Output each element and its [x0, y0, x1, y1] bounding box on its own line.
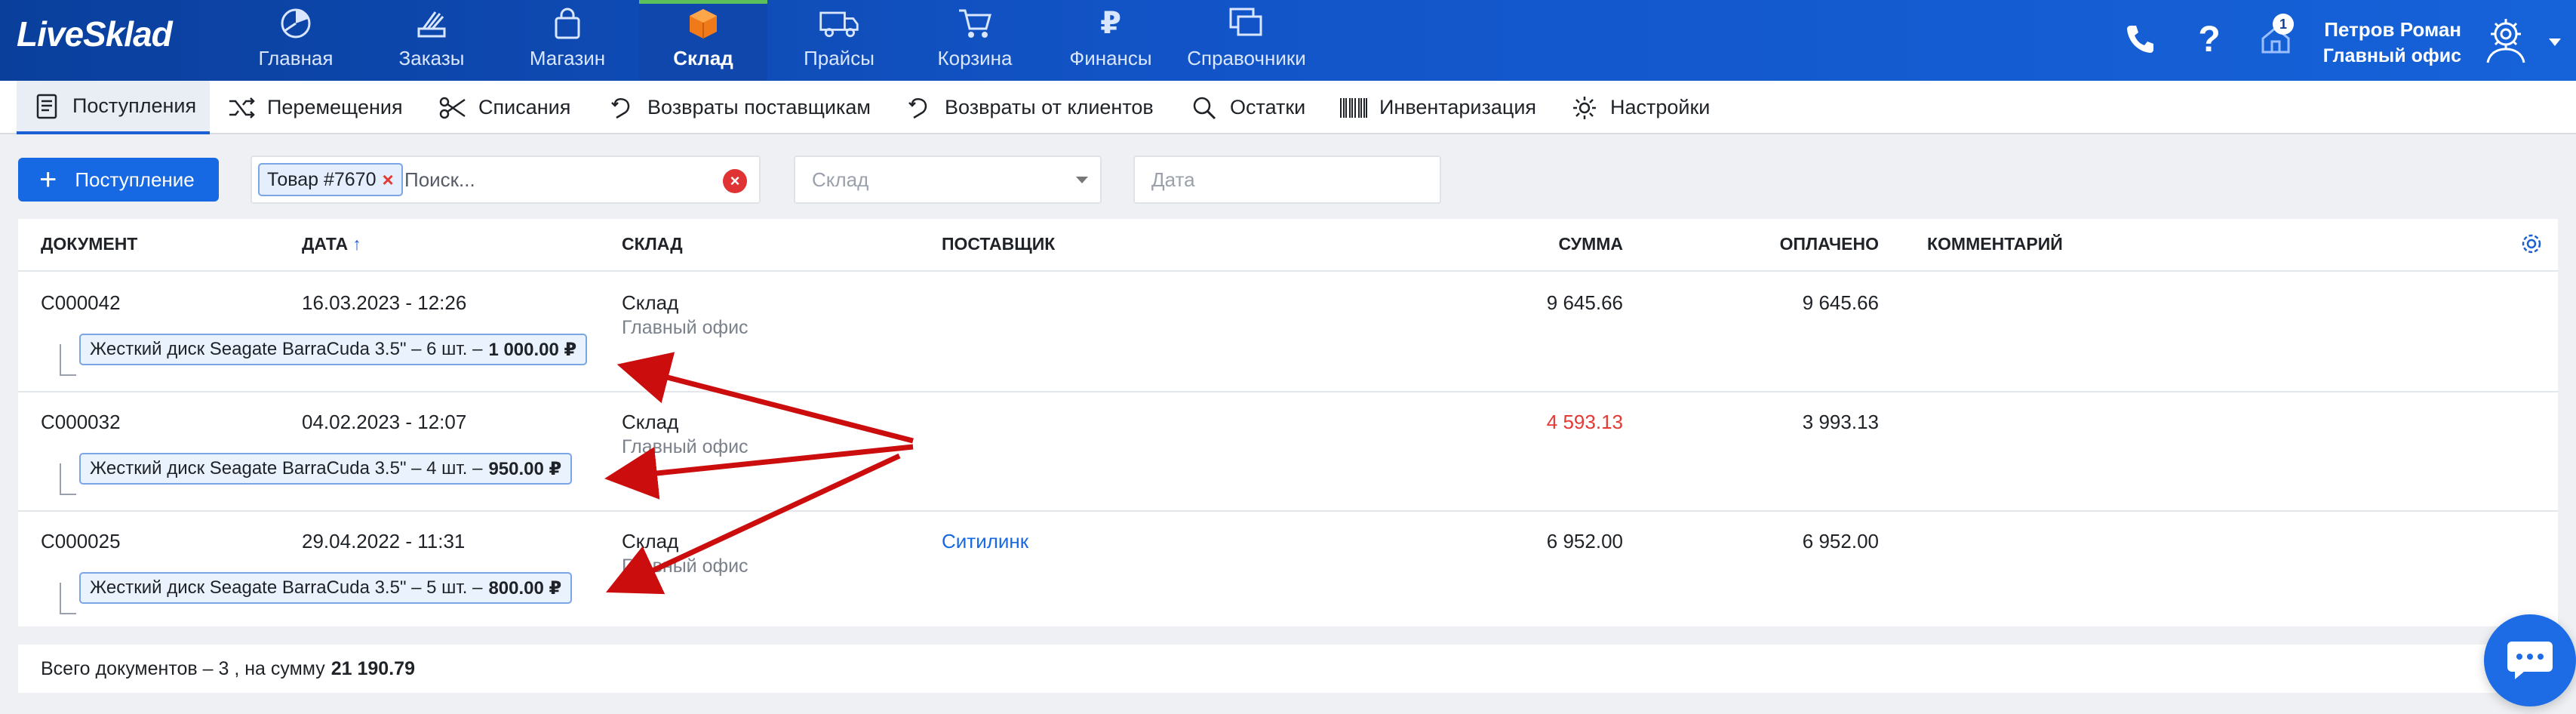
column-paid[interactable]: ОПЛАЧЕНО	[1780, 234, 1879, 254]
top-navigation-bar: LiveSklad Главная Заказы Магазин Склад П…	[0, 0, 2576, 81]
nav-item-finance[interactable]: ₽ Финансы	[1047, 0, 1175, 81]
warehouse-office: Главный офис	[622, 317, 749, 338]
truck-icon	[818, 5, 860, 42]
table-row[interactable]: С000042 16.03.2023 - 12:26 Склад Главный…	[18, 273, 2558, 392]
ruble-icon: ₽	[1100, 6, 1121, 41]
table-settings-gear-icon[interactable]	[2519, 231, 2544, 257]
shop-bag-icon	[546, 5, 589, 42]
column-document[interactable]: ДОКУМЕНТ	[41, 234, 137, 254]
help-icon[interactable]: ?	[2187, 17, 2232, 62]
tree-connector	[60, 344, 76, 376]
supplier-link[interactable]: Ситилинк	[942, 530, 1028, 553]
product-item-pill[interactable]: Жесткий диск Seagate BarraCuda 3.5" – 5 …	[79, 572, 573, 604]
warehouse-name: Склад	[622, 530, 679, 552]
app-logo[interactable]: LiveSklad	[17, 14, 173, 54]
paid-value: 9 645.66	[1802, 291, 1879, 314]
return-icon	[904, 93, 934, 123]
column-supplier[interactable]: ПОСТАВЩИК	[942, 234, 1055, 254]
chat-bubble-icon	[2507, 642, 2553, 679]
table-row[interactable]: С000032 04.02.2023 - 12:07 Склад Главный…	[18, 392, 2558, 512]
plus-icon: +	[39, 163, 57, 196]
search-input[interactable]	[404, 165, 691, 195]
chip-remove-icon[interactable]: ×	[383, 168, 394, 192]
cart-icon	[954, 5, 996, 42]
directory-icon	[1225, 5, 1268, 42]
column-date[interactable]: ДАТА ↑	[302, 234, 361, 254]
nav-item-directories[interactable]: Справочники	[1182, 0, 1311, 81]
tab-supplier-returns[interactable]: Возвраты поставщикам	[607, 81, 871, 134]
phone-icon[interactable]	[2117, 17, 2163, 62]
clear-search-icon[interactable]: ×	[723, 169, 747, 193]
warehouse-office: Главный офис	[622, 556, 749, 577]
gear-icon	[1569, 93, 1600, 123]
column-sum[interactable]: СУММА	[1558, 234, 1623, 254]
user-office[interactable]: Главный офис	[2323, 45, 2461, 67]
sum-value: 9 645.66	[1546, 291, 1623, 314]
document-date: 29.04.2022 - 11:31	[302, 530, 466, 552]
sort-ascending-icon: ↑	[352, 234, 361, 254]
warehouse-office: Главный офис	[622, 436, 749, 457]
paid-value: 3 993.13	[1802, 411, 1879, 433]
nav-item-warehouse[interactable]: Склад	[639, 0, 767, 81]
dashboard-icon	[275, 5, 317, 42]
receipts-table: ДОКУМЕНТ ДАТА ↑ СКЛАД ПОСТАВЩИК СУММА ОПЛ…	[18, 219, 2558, 626]
tab-settings[interactable]: Настройки	[1569, 81, 1710, 134]
product-item-pill[interactable]: Жесткий диск Seagate BarraCuda 3.5" – 6 …	[79, 334, 588, 365]
orders-icon	[410, 5, 453, 42]
nav-item-prices[interactable]: Прайсы	[775, 0, 903, 81]
product-filter-chip[interactable]: Товар #7670 ×	[258, 163, 403, 196]
add-receipt-button[interactable]: + Поступление	[18, 158, 219, 202]
product-item-pill[interactable]: Жесткий диск Seagate BarraCuda 3.5" – 4 …	[79, 453, 573, 485]
sum-value: 6 952.00	[1546, 530, 1623, 552]
return-icon	[607, 93, 637, 123]
table-header: ДОКУМЕНТ ДАТА ↑ СКЛАД ПОСТАВЩИК СУММА ОПЛ…	[18, 219, 2558, 272]
nav-item-cart[interactable]: Корзина	[911, 0, 1039, 81]
warehouse-select[interactable]: Склад	[794, 155, 1102, 204]
nav-item-shop[interactable]: Магазин	[503, 0, 632, 81]
chevron-down-icon[interactable]	[2544, 32, 2565, 53]
search-icon	[1189, 93, 1219, 123]
tab-receipts[interactable]: Поступления	[17, 81, 211, 134]
shuffle-icon	[226, 93, 257, 123]
tab-inventory[interactable]: Инвентаризация	[1339, 81, 1536, 134]
sum-value-overdue: 4 593.13	[1546, 411, 1623, 433]
total-sum: 21 190.79	[330, 657, 415, 679]
column-warehouse[interactable]: СКЛАД	[622, 234, 683, 254]
scissors-icon	[438, 93, 468, 123]
tab-client-returns[interactable]: Возвраты от клиентов	[904, 81, 1154, 134]
document-number[interactable]: С000032	[41, 411, 121, 434]
search-filter-box[interactable]: Товар #7670 × ×	[251, 155, 761, 204]
tab-writeoffs[interactable]: Списания	[438, 81, 570, 134]
table-row[interactable]: С000025 29.04.2022 - 11:31 Склад Главный…	[18, 512, 2558, 631]
document-number[interactable]: С000042	[41, 291, 121, 315]
warehouse-name: Склад	[622, 291, 679, 314]
warehouse-box-icon	[682, 5, 724, 42]
user-settings-icon[interactable]	[2479, 14, 2540, 66]
warehouse-name: Склад	[622, 411, 679, 433]
chevron-down-icon	[1076, 177, 1088, 183]
barcode-icon	[1339, 93, 1369, 123]
document-icon	[32, 91, 62, 122]
date-filter-input[interactable]: Дата	[1133, 155, 1441, 204]
chat-support-button[interactable]	[2484, 614, 2576, 706]
paid-value: 6 952.00	[1802, 530, 1879, 552]
user-name[interactable]: Петров Роман	[2324, 18, 2461, 42]
nav-item-orders[interactable]: Заказы	[367, 0, 496, 81]
tree-connector	[60, 463, 76, 495]
nav-item-home[interactable]: Главная	[232, 0, 360, 81]
warehouse-subnav: Поступления Перемещения Списания Возврат…	[0, 81, 2576, 134]
document-date: 04.02.2023 - 12:07	[302, 411, 467, 433]
column-comment[interactable]: КОММЕНТАРИЙ	[1927, 234, 2063, 254]
notification-badge: 1	[2273, 14, 2294, 35]
document-date: 16.03.2023 - 12:26	[302, 291, 467, 314]
document-number[interactable]: С000025	[41, 530, 121, 553]
tab-stock[interactable]: Остатки	[1189, 81, 1305, 134]
tab-transfers[interactable]: Перемещения	[226, 81, 403, 134]
tree-connector	[60, 583, 76, 614]
table-footer-summary: Всего документов – 3 , на сумму 21 190.79	[18, 645, 2558, 693]
